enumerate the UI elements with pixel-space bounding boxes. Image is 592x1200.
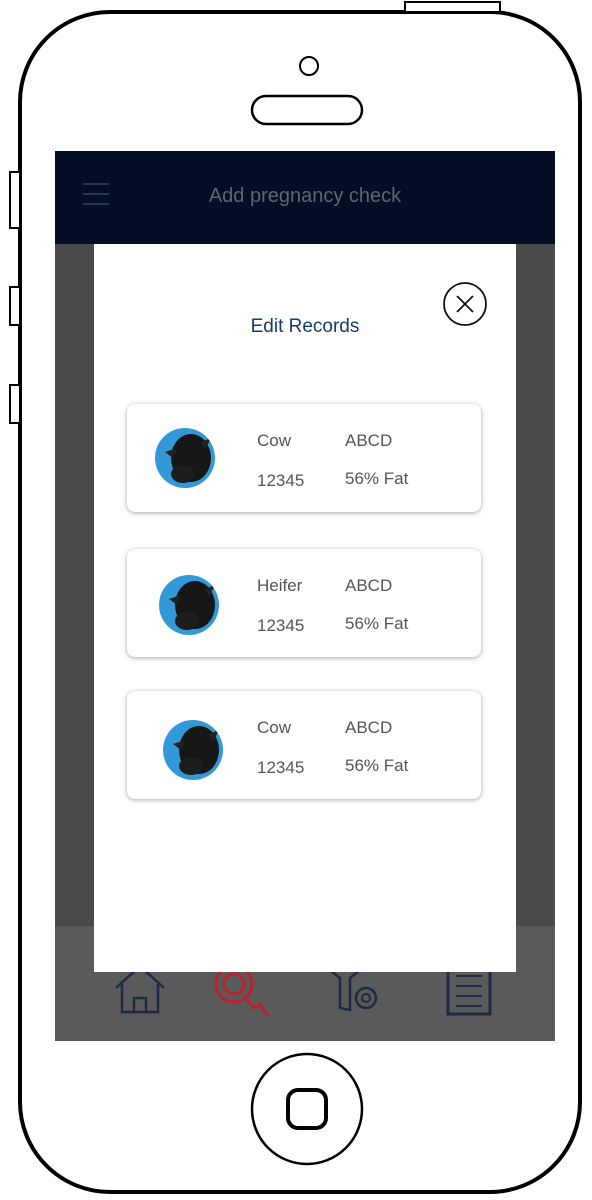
- record-type: Heifer: [257, 576, 303, 595]
- record-code: ABCD: [345, 576, 393, 595]
- phone-home-button[interactable]: [250, 1052, 364, 1166]
- edit-records-modal: Edit Records Cow 12345 ABCD 56% Fat Heif…: [94, 244, 516, 972]
- cow-avatar: [163, 720, 223, 780]
- cow-head-icon: [169, 581, 215, 630]
- cow-avatar: [159, 575, 219, 635]
- app-screen: Add pregnancy check Edit Records Cow 123…: [55, 151, 555, 1041]
- record-type: Cow: [257, 718, 292, 737]
- record-code: ABCD: [345, 718, 393, 737]
- modal-title: Edit Records: [250, 316, 360, 337]
- record-card[interactable]: Heifer 12345 ABCD 56% Fat: [127, 549, 481, 657]
- record-id: 12345: [257, 471, 305, 490]
- record-id: 12345: [257, 758, 305, 777]
- app-bar: Add pregnancy check: [55, 151, 555, 244]
- record-fat: 56% Fat: [345, 614, 409, 633]
- record-type: Cow: [257, 431, 292, 450]
- record-id: 12345: [257, 616, 305, 635]
- record-fat: 56% Fat: [345, 469, 409, 488]
- record-card[interactable]: Cow 12345 ABCD 56% Fat: [127, 404, 481, 512]
- cow-avatar: [155, 428, 215, 488]
- cow-head-icon: [173, 726, 219, 775]
- record-code: ABCD: [345, 431, 393, 450]
- cow-head-icon: [165, 434, 211, 483]
- record-fat: 56% Fat: [345, 756, 409, 775]
- record-card[interactable]: Cow 12345 ABCD 56% Fat: [127, 691, 481, 799]
- app-bar-title: Add pregnancy check: [208, 185, 402, 207]
